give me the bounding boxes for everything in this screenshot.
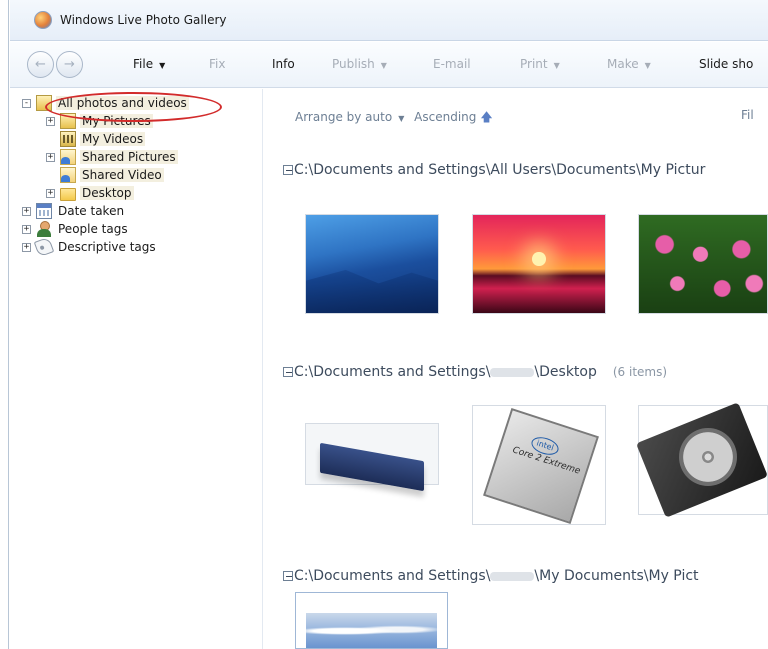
tree-item-descriptive-tags[interactable]: + Descriptive tags [22,236,158,258]
arrow-up-icon: 🡅 [480,110,493,124]
window-left-border [0,0,9,649]
tree-item-label: All photos and videos [56,96,189,110]
tree-item-label: Descriptive tags [58,240,156,254]
photo-thumbnail[interactable] [295,592,448,649]
slideshow-button[interactable]: Slide sho [699,57,753,71]
email-button[interactable]: E-mail [433,57,471,71]
arrange-by-dropdown[interactable]: Arrange by auto ▼ [295,110,404,124]
toolbar: ← → File ▼ Fix Info Publish ▼ E-mail Print… [10,42,768,88]
title-bar: Windows Live Photo Gallery [10,0,768,41]
group-path-end: \My Documents\My Pict [534,568,699,584]
make-menu-label: Make [607,57,639,71]
tree-item-label: People tags [58,222,128,236]
thumbnail-pane: Arrange by auto ▼ Ascending 🡅 Fil C:\Docum… [264,89,768,649]
file-menu[interactable]: File ▼ [133,57,165,71]
tree-item-label: Shared Video [80,168,164,182]
photo-thumbnail[interactable] [638,214,768,314]
tag-icon [33,236,55,258]
redacted-username [490,571,535,581]
expand-icon[interactable]: + [22,224,31,234]
file-menu-label: File [133,57,154,71]
tree-item-label: Desktop [80,186,134,200]
expand-icon[interactable]: + [22,242,31,252]
tree-item-label: Date taken [58,204,125,218]
group-path-start: C:\Documents and Settings\ [294,364,491,380]
group-header-my-documents[interactable]: C:\Documents and Settings\ \My Documents\… [283,568,699,584]
photo-thumbnail[interactable] [305,214,439,314]
tree-item-people-tags[interactable]: + People tags [22,220,130,238]
redacted-username [490,367,535,377]
group-path: C:\Documents and Settings\All Users\Docu… [294,162,706,178]
sort-order-label: Ascending [414,110,477,124]
tree-item-all-photos[interactable]: - All photos and videos [22,94,189,112]
expand-icon[interactable]: + [46,152,55,162]
chevron-down-icon: ▼ [644,61,651,70]
shared-folder-icon [60,167,76,183]
print-menu[interactable]: Print ▼ [520,57,560,71]
tree-item-label: Shared Pictures [80,150,178,164]
expand-icon[interactable]: + [22,206,31,216]
navigation-tree: - All photos and videos + My Pictures My… [10,89,263,649]
tree-item-my-pictures[interactable]: + My Pictures [46,112,153,130]
chevron-down-icon: ▼ [380,61,387,70]
photo-gallery-icon [34,11,52,29]
photo-thumbnail[interactable] [305,423,439,485]
group-header-desktop[interactable]: C:\Documents and Settings\ \Desktop (6 ite… [283,364,667,380]
fix-button[interactable]: Fix [209,57,225,71]
expand-icon[interactable]: + [46,188,55,198]
collapse-icon[interactable] [283,571,293,581]
collapse-icon[interactable] [283,367,293,377]
tree-item-shared-pictures[interactable]: + Shared Pictures [46,148,178,166]
videos-folder-icon [60,131,76,147]
pictures-folder-icon [60,113,76,129]
expand-icon[interactable]: + [46,116,55,126]
filter-label[interactable]: Fil [741,108,754,122]
tree-item-label: My Videos [80,132,146,146]
group-header-my-pictures[interactable]: C:\Documents and Settings\All Users\Docu… [283,162,705,178]
publish-menu-label: Publish [332,57,375,71]
group-path-end: \Desktop [534,364,597,380]
make-menu[interactable]: Make ▼ [607,57,651,71]
back-arrow-icon: ← [35,57,46,72]
collapse-icon[interactable]: - [22,98,31,108]
tree-item-desktop[interactable]: + Desktop [46,184,134,202]
tree-item-date-taken[interactable]: + Date taken [22,202,126,220]
info-button[interactable]: Info [272,57,295,71]
forward-arrow-icon: → [64,57,75,72]
tree-item-shared-video[interactable]: Shared Video [46,166,164,184]
chevron-down-icon: ▼ [398,114,405,123]
photo-thumbnail[interactable] [638,405,768,515]
photo-thumbnail[interactable]: intel [472,405,606,525]
forward-button[interactable]: → [56,51,83,78]
shared-folder-icon [60,149,76,165]
calendar-icon [36,203,52,219]
arrange-by-label: Arrange by auto [295,110,393,124]
group-item-count: (6 items) [612,365,668,379]
window-title: Windows Live Photo Gallery [60,13,227,27]
tree-item-my-videos[interactable]: My Videos [46,130,146,148]
arrange-bar: Arrange by auto ▼ Ascending 🡅 [295,108,493,129]
sort-order-button[interactable]: Ascending 🡅 [414,110,493,124]
folder-icon [60,187,76,201]
print-menu-label: Print [520,57,548,71]
publish-menu[interactable]: Publish ▼ [332,57,387,71]
gallery-icon [36,95,52,111]
tree-item-label: My Pictures [80,114,153,128]
photo-thumbnail[interactable] [472,214,606,314]
chevron-down-icon: ▼ [159,61,166,70]
chevron-down-icon: ▼ [553,61,560,70]
collapse-icon[interactable] [283,165,293,175]
people-icon [36,221,52,237]
group-path-start: C:\Documents and Settings\ [294,568,491,584]
back-button[interactable]: ← [27,51,54,78]
